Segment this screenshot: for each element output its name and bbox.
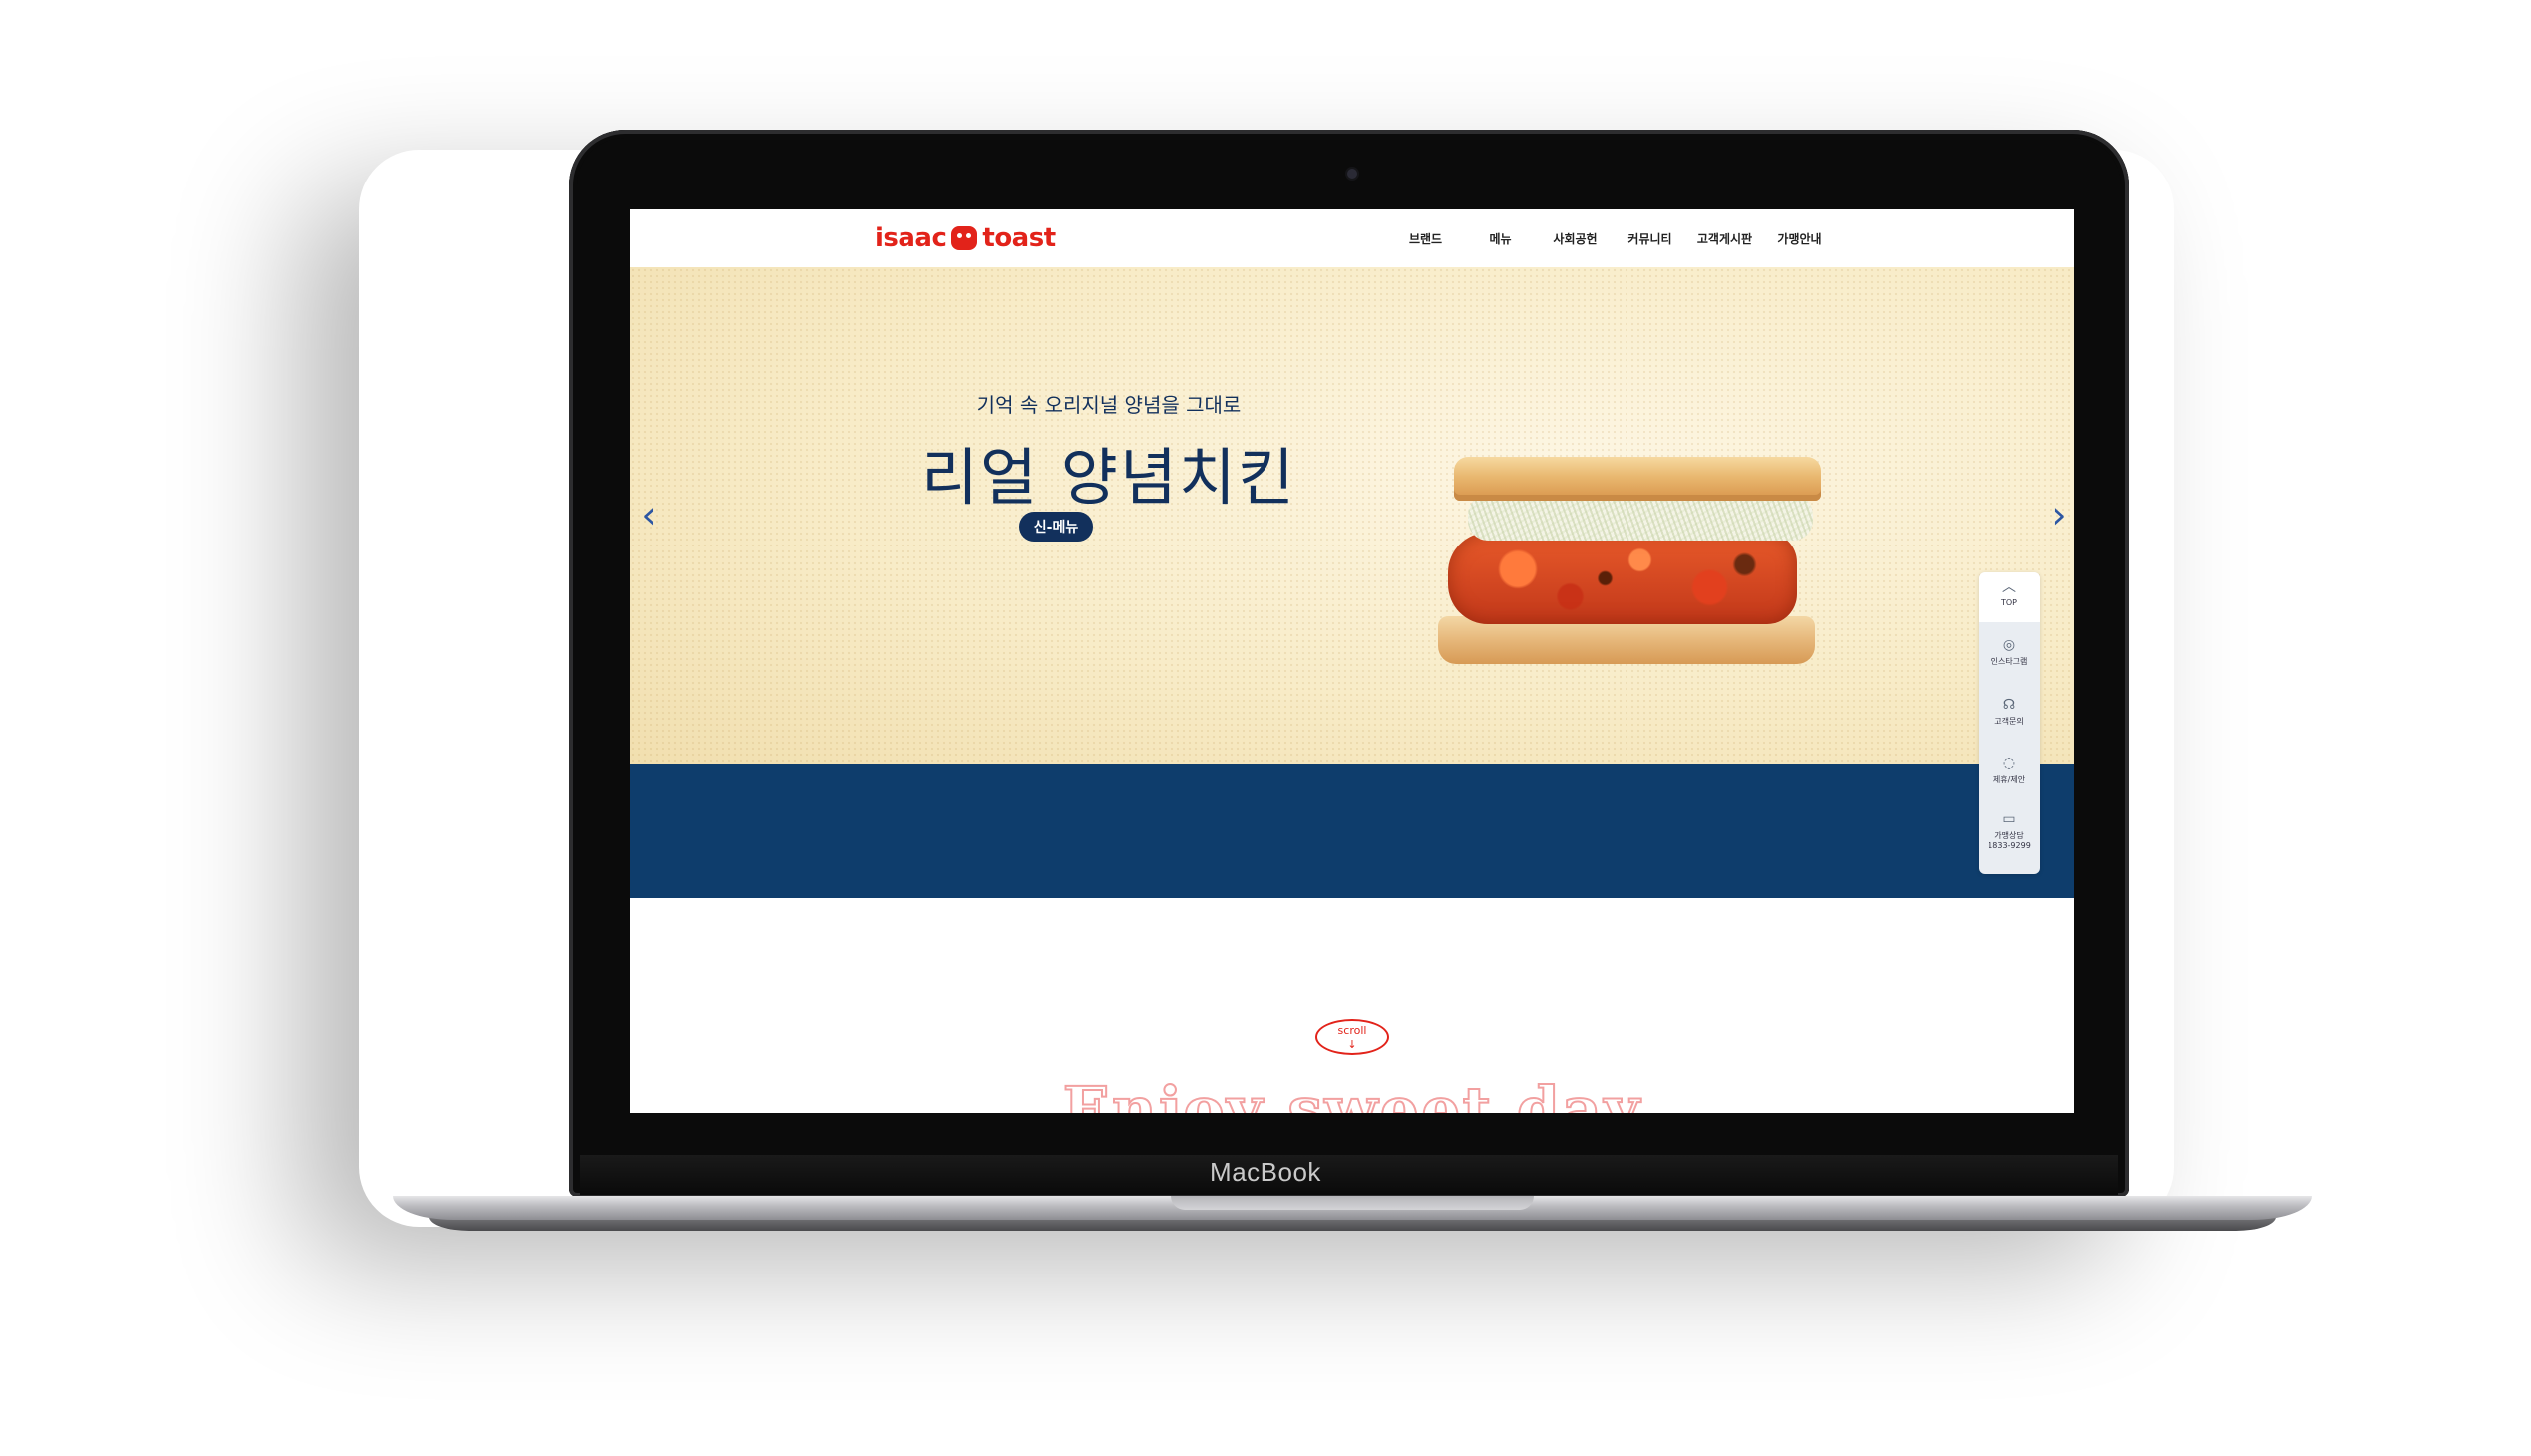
nav-item-franchise[interactable]: 가맹안내 [1762,230,1837,247]
headset-icon: ☊ [2002,697,2016,713]
quick-partnership-label: 제휴/제안 [1992,775,2026,784]
chevron-up-icon: ︿ [2002,579,2016,595]
chat-icon: ◌ [2002,755,2016,771]
arrow-down-icon: ↓ [1347,1038,1357,1051]
quick-menu: ︿ TOP ◎ 인스타그램 ☊ 고객문의 ◌ 제휴/제안 ▭ 가맹상담 1833… [1979,572,2040,874]
site-logo[interactable]: isaac toast [875,223,1056,253]
quick-instagram-label: 인스타그램 [1990,657,2028,666]
nav-item-board[interactable]: 고객게시판 [1687,230,1762,247]
nav-item-brand[interactable]: 브랜드 [1388,230,1463,247]
quick-partnership-button[interactable]: ◌ 제휴/제안 [1979,756,2040,785]
hero-navy-band [630,764,2074,898]
instagram-icon: ◎ [2002,637,2016,653]
sandwich-bread-top [1454,457,1821,501]
tagline-heading: Enjoy sweet day [1062,1072,1642,1113]
logo-face-icon [951,226,978,250]
slider-next-arrow-icon[interactable]: › [2044,495,2074,535]
quick-top-label: TOP [2000,598,2017,607]
hero-title: 리얼 양념치킨 [921,441,1296,514]
quick-inquiry-label: 고객문의 [1994,717,2024,726]
quick-franchise-button[interactable]: ▭ 가맹상담 1833-9299 [1979,812,2040,850]
site-header: isaac toast 브랜드 메뉴 사회공헌 커뮤니티 고객게시판 가맹안내 [630,209,2074,268]
scroll-label: scroll [1337,1024,1367,1037]
scroll-button[interactable]: scroll ↓ [1315,1019,1389,1055]
quick-franchise-label: 가맹상담 [1994,831,2024,840]
quick-franchise-phone: 1833-9299 [1988,841,2031,850]
browser-screen: isaac toast 브랜드 메뉴 사회공헌 커뮤니티 고객게시판 가맹안내 … [630,209,2074,1113]
sandwich-image [1438,457,1837,696]
laptop-hinge-notch [1171,1196,1534,1210]
quick-instagram-button[interactable]: ◎ 인스타그램 [1979,638,2040,667]
new-menu-badge[interactable]: 신-메뉴 [1019,512,1093,542]
quick-top-button[interactable]: ︿ TOP [1979,580,2040,607]
nav-item-community[interactable]: 커뮤니티 [1613,230,1687,247]
main-nav: 브랜드 메뉴 사회공헌 커뮤니티 고객게시판 가맹안내 [1388,209,1837,267]
nav-item-social[interactable]: 사회공헌 [1538,230,1613,247]
logo-text-left: isaac [875,223,947,253]
quick-inquiry-button[interactable]: ☊ 고객문의 [1979,698,2040,727]
store-icon: ▭ [2002,811,2016,827]
laptop-brand-label: MacBook [1210,1157,1321,1187]
slider-prev-arrow-icon[interactable]: ‹ [634,495,664,535]
logo-text-right: toast [982,223,1056,253]
hero-subtitle: 기억 속 오리지널 양념을 그대로 [976,393,1242,417]
sandwich-chicken [1448,533,1797,624]
sandwich-cabbage [1468,495,1813,541]
nav-item-menu[interactable]: 메뉴 [1463,230,1538,247]
hero-slider: 기억 속 오리지널 양념을 그대로 리얼 양념치킨 신-메뉴 ‹ › [630,267,2074,764]
camera-icon [1347,169,1357,179]
